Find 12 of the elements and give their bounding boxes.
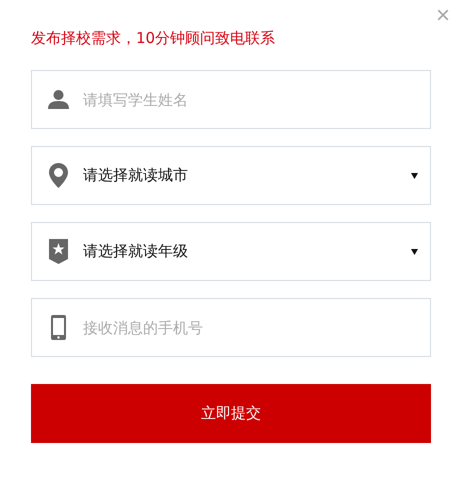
person-icon <box>48 90 68 109</box>
shield-star-icon <box>48 239 68 264</box>
location-pin-icon <box>48 163 68 188</box>
input-field[interactable]: 请填写学生姓名 <box>31 70 431 129</box>
caret-icon <box>411 172 418 178</box>
dropdown-field[interactable]: 请选择就读年级 <box>31 222 431 281</box>
phone-icon <box>50 315 66 340</box>
submit-button[interactable]: 立即提交 <box>31 384 431 443</box>
form-heading: 发布择校需求，10分钟顾问致电联系 <box>31 28 276 48</box>
caret-icon <box>411 248 418 254</box>
input-field[interactable]: 接收消息的手机号 <box>31 298 431 357</box>
dropdown-field[interactable]: 请选择就读城市 <box>31 146 431 205</box>
